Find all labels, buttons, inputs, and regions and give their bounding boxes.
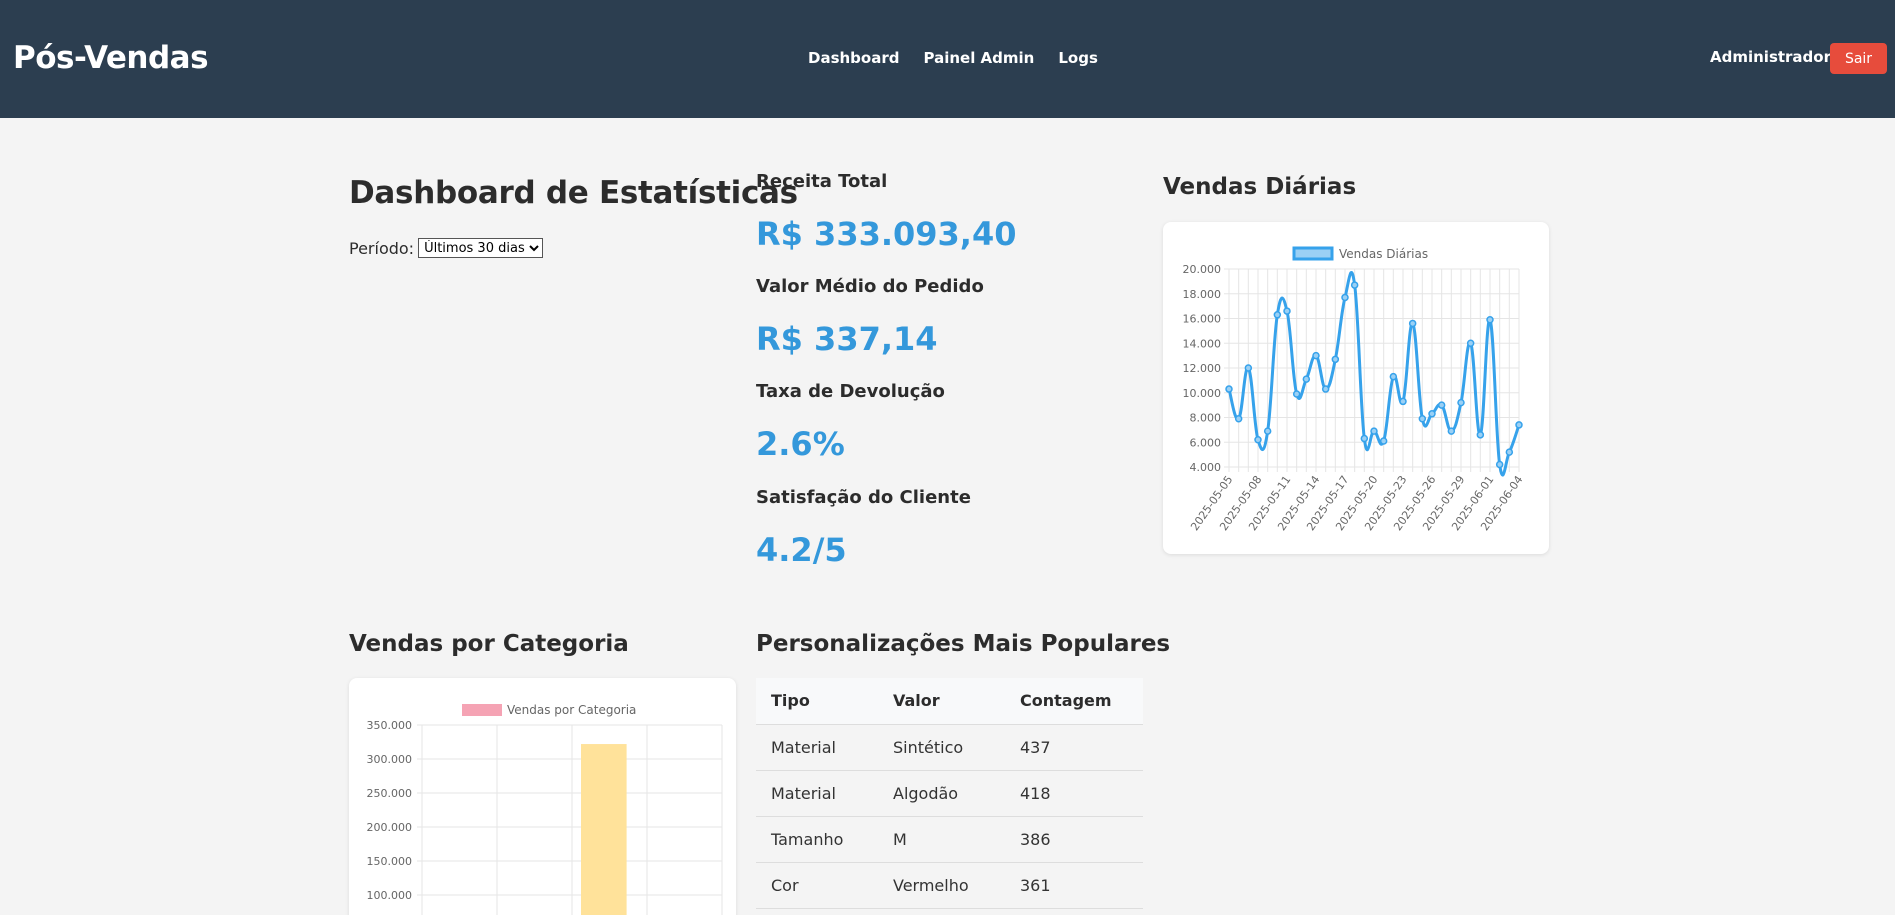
table-header-row: Tipo Valor Contagem	[756, 678, 1143, 725]
data-point	[1379, 437, 1388, 445]
cell-value: Vermelho	[878, 862, 1005, 909]
cell-type: Tamanho	[756, 816, 878, 863]
period-filter: Período: Últimos 30 dias	[349, 238, 544, 258]
nav-link-logs[interactable]: Logs	[1058, 49, 1098, 67]
y-tick-label: 200.000	[367, 821, 413, 834]
period-label: Período:	[349, 238, 415, 258]
data-point	[1312, 351, 1320, 360]
cell-count: 361	[1005, 862, 1143, 909]
data-point	[1447, 427, 1456, 435]
logout-button[interactable]: Sair	[1830, 43, 1887, 74]
cell-type: Material	[756, 724, 878, 771]
column-header-value: Valor	[878, 678, 1005, 725]
data-point	[1234, 414, 1243, 423]
data-point	[1302, 375, 1311, 383]
y-tick-label: 8.000	[1190, 412, 1222, 425]
category-sales-card: Vendas por Categoria 350.000 300.000 250.00…	[349, 678, 736, 915]
kpi-label-avg-order: Valor Médio do Pedido	[756, 276, 984, 297]
data-point	[1495, 460, 1504, 469]
cell-value: Algodão	[878, 770, 1005, 817]
legend-swatch	[1292, 246, 1334, 261]
table-row: Cor Vermelho 361	[756, 862, 1143, 909]
main-nav: Dashboard Painel Admin Logs	[808, 49, 1098, 67]
table-row: Material Algodão 418	[756, 770, 1143, 817]
cell-type: Cor	[756, 862, 878, 909]
y-tick-label: 100.000	[367, 889, 413, 902]
daily-sales-card: Vendas Diárias 20.000 18.000 16.000 14.000 12…	[1163, 222, 1549, 554]
data-point	[1263, 427, 1272, 435]
cell-value: M	[878, 816, 1005, 863]
data-point	[1225, 385, 1233, 393]
data-point	[1418, 414, 1427, 423]
y-tick-label: 18.000	[1183, 288, 1222, 301]
table-row: Tamanho M 386	[756, 816, 1143, 863]
data-point	[1466, 339, 1475, 347]
brand-logo[interactable]: Pós-Vendas	[13, 40, 209, 76]
user-name: Administrador	[1710, 48, 1831, 66]
data-point	[1399, 397, 1407, 406]
kpi-value-avg-order: R$ 337,14	[756, 320, 938, 358]
kpi-value-return-rate: 2.6%	[756, 425, 845, 463]
popular-table: Tipo Valor Contagem Material Sintético 4…	[756, 678, 1143, 909]
category-sales-title: Vendas por Categoria	[349, 631, 629, 657]
kpi-label-return-rate: Taxa de Devolução	[756, 381, 945, 402]
column-header-type: Tipo	[756, 678, 878, 725]
data-point	[1486, 315, 1494, 324]
y-tick-label: 12.000	[1183, 362, 1222, 375]
cell-count: 386	[1005, 816, 1143, 863]
data-point	[1350, 281, 1359, 289]
y-tick-label: 14.000	[1183, 337, 1222, 350]
data-point	[1408, 319, 1417, 328]
kpi-value-total-revenue: R$ 333.093,40	[756, 215, 1017, 253]
data-point	[1389, 372, 1398, 381]
cell-count: 418	[1005, 770, 1143, 817]
data-point	[1370, 427, 1378, 435]
y-tick-label: 10.000	[1183, 387, 1222, 400]
y-tick-label: 150.000	[367, 855, 413, 868]
data-point	[1273, 311, 1282, 319]
daily-sales-title: Vendas Diárias	[1163, 174, 1357, 200]
data-point	[1360, 434, 1369, 443]
popular-title: Personalizações Mais Populares	[756, 631, 1171, 657]
table-row: Material Sintético 437	[756, 724, 1143, 771]
kpi-label-satisfaction: Satisfação do Cliente	[756, 487, 971, 508]
data-point	[1244, 364, 1253, 372]
kpi-value-satisfaction: 4.2/5	[756, 531, 847, 569]
y-tick-label: 350.000	[367, 719, 413, 732]
bar	[581, 744, 627, 915]
y-tick-label: 4.000	[1190, 461, 1222, 474]
data-point	[1457, 398, 1465, 407]
data-point	[1515, 421, 1523, 429]
data-point	[1437, 401, 1446, 409]
data-point	[1292, 390, 1301, 398]
data-point	[1476, 431, 1485, 439]
category-sales-chart: Vendas por Categoria 350.000 300.000 250.00…	[367, 703, 723, 915]
y-tick-label: 16.000	[1183, 313, 1222, 326]
legend-swatch	[462, 704, 502, 716]
data-point	[1331, 355, 1340, 364]
daily-sales-chart: Vendas Diárias 20.000 18.000 16.000 14.000 12…	[1183, 246, 1525, 533]
legend-label: Vendas por Categoria	[507, 703, 636, 717]
column-header-count: Contagem	[1005, 678, 1143, 725]
period-select[interactable]: Últimos 30 dias	[418, 238, 544, 258]
data-point	[1341, 293, 1349, 302]
cell-type: Material	[756, 770, 878, 817]
data-point	[1283, 307, 1291, 315]
cell-count: 437	[1005, 724, 1143, 771]
y-tick-label: 250.000	[367, 787, 413, 800]
data-point	[1321, 385, 1330, 393]
cell-value: Sintético	[878, 724, 1005, 771]
kpi-label-total-revenue: Receita Total	[756, 171, 888, 192]
page-title: Dashboard de Estatísticas	[349, 175, 798, 211]
data-point	[1428, 410, 1436, 418]
legend-label: Vendas Diárias	[1339, 247, 1428, 261]
y-tick-label: 300.000	[367, 753, 413, 766]
data-point	[1254, 436, 1262, 444]
data-point	[1505, 448, 1514, 456]
top-navbar: Pós-Vendas Dashboard Painel Admin Logs A…	[0, 0, 1895, 118]
y-tick-label: 6.000	[1190, 436, 1222, 449]
y-tick-label: 20.000	[1183, 263, 1222, 276]
nav-link-admin-panel[interactable]: Painel Admin	[923, 49, 1034, 67]
nav-link-dashboard[interactable]: Dashboard	[808, 49, 899, 67]
